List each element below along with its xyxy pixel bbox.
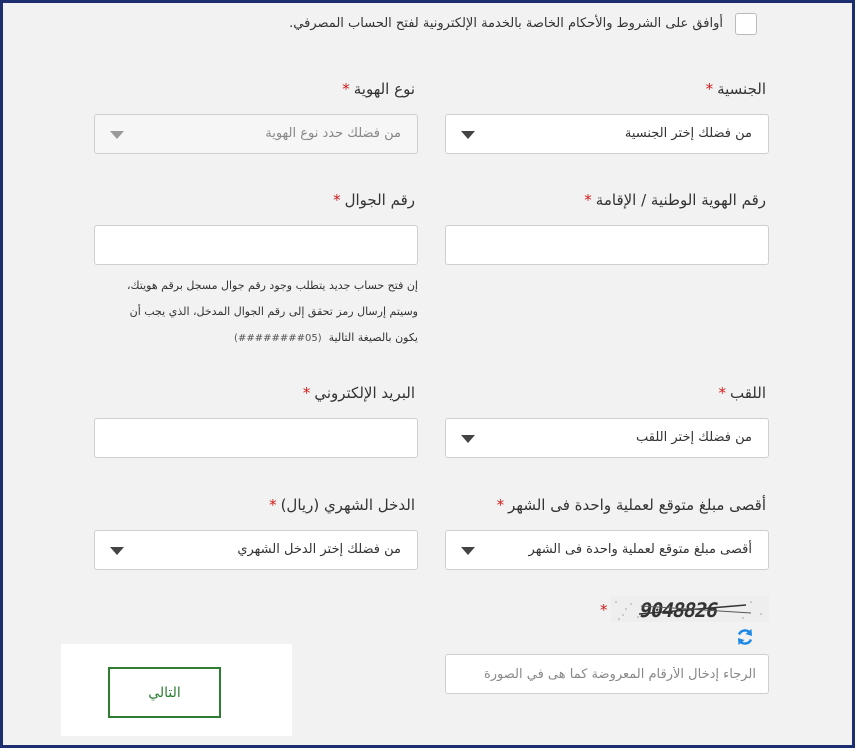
national-id-label: رقم الهوية الوطنية / الإقامة*	[584, 191, 766, 209]
national-id-input[interactable]	[445, 225, 769, 265]
id-type-label: نوع الهوية*	[342, 80, 415, 98]
title-label: اللقب*	[718, 384, 766, 402]
refresh-captcha-icon[interactable]	[735, 627, 755, 647]
agreement-checkbox[interactable]	[735, 13, 757, 35]
nationality-label: الجنسية*	[705, 80, 766, 98]
title-select[interactable]: من فضلك إختر اللقب	[445, 418, 769, 458]
next-button[interactable]: التالي	[108, 667, 221, 718]
mobile-label: رقم الجوال*	[333, 191, 415, 209]
max-amount-select[interactable]: أقصى مبلغ متوقع لعملية واحدة فى الشهر	[445, 530, 769, 570]
income-select[interactable]: من فضلك إختر الدخل الشهري	[94, 530, 418, 570]
captcha-input[interactable]	[445, 654, 769, 694]
captcha-required-mark: *	[600, 601, 608, 619]
nationality-select[interactable]: من فضلك إختر الجنسية	[445, 114, 769, 154]
chevron-down-icon	[110, 131, 124, 139]
captcha-image: 9048826	[611, 596, 769, 622]
email-input[interactable]	[94, 418, 418, 458]
agreement-label: أوافق على الشروط والأحكام الخاصة بالخدمة…	[289, 16, 723, 31]
income-label: الدخل الشهري (ريال)*	[269, 496, 415, 514]
max-amount-label: أقصى مبلغ متوقع لعملية واحدة فى الشهر*	[496, 496, 766, 514]
chevron-down-icon	[461, 131, 475, 139]
account-form-panel: أوافق على الشروط والأحكام الخاصة بالخدمة…	[0, 0, 855, 748]
chevron-down-icon	[110, 547, 124, 555]
email-label: البريد الإلكتروني*	[302, 384, 415, 402]
id-type-select[interactable]: من فضلك حدد نوع الهوية	[94, 114, 418, 154]
chevron-down-icon	[461, 547, 475, 555]
chevron-down-icon	[461, 435, 475, 443]
mobile-note: إن فتح حساب جديد يتطلب وجود رقم جوال مسج…	[126, 279, 418, 344]
mobile-input[interactable]	[94, 225, 418, 265]
